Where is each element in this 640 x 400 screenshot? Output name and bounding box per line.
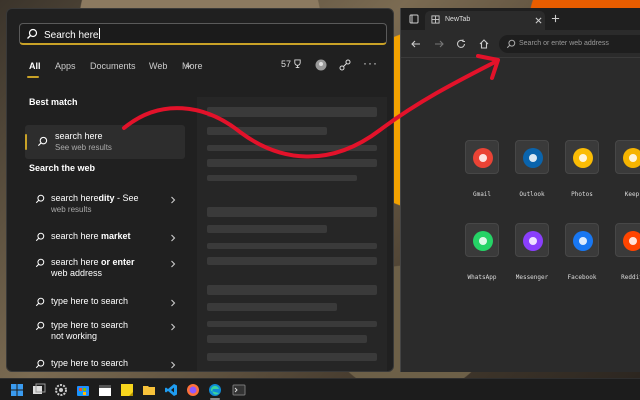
settings-gear-icon[interactable]: [54, 383, 68, 397]
selection-indicator: [25, 134, 27, 150]
web-result-label: search here or enter web address: [51, 257, 135, 278]
tab-apps[interactable]: Apps: [55, 61, 76, 71]
tab-actions-icon[interactable]: [409, 14, 419, 24]
active-tab-indicator: [27, 76, 39, 78]
best-match-item[interactable]: search here See web results: [25, 125, 185, 159]
speed-dial-tile[interactable]: [515, 140, 549, 174]
outlook-icon: [523, 148, 543, 168]
web-result-item[interactable]: search heredity - See web results: [29, 193, 189, 221]
tab-web[interactable]: Web: [149, 61, 167, 71]
more-options-icon[interactable]: ···: [363, 56, 378, 70]
address-bar[interactable]: Search or enter web address: [499, 35, 640, 53]
filter-tabs: All Apps Documents Web More: [23, 61, 383, 77]
chevron-right-icon: [171, 260, 176, 268]
task-view-icon[interactable]: [32, 383, 46, 397]
terminal-icon[interactable]: [232, 383, 246, 397]
file-explorer-icon[interactable]: [142, 383, 156, 397]
speed-dial-tile[interactable]: [615, 223, 640, 257]
speed-dial-tile[interactable]: [615, 140, 640, 174]
web-result-item[interactable]: type here to search not working: [29, 320, 189, 348]
browser-tab-title: NewTab: [445, 16, 471, 23]
web-result-label: search heredity - See web results: [51, 193, 139, 214]
close-icon[interactable]: [535, 17, 542, 24]
web-result-label: type here to search: [51, 296, 129, 306]
tab-documents[interactable]: Documents: [90, 61, 136, 71]
tab-all[interactable]: All: [29, 61, 41, 71]
search-icon: [35, 321, 45, 331]
search-input[interactable]: Search here: [19, 23, 387, 45]
reddit-icon: [623, 231, 640, 251]
chevron-right-icon: [171, 323, 176, 331]
firefox-icon[interactable]: [186, 383, 200, 397]
edge-browser-icon[interactable]: [208, 383, 222, 397]
chevron-right-icon: [171, 299, 176, 307]
browser-tab-strip: NewTab: [401, 8, 640, 30]
speed-dial-tile-label: Reddit: [621, 274, 640, 281]
back-arrow-icon[interactable]: [411, 39, 421, 49]
search-input-value: Search here: [44, 28, 101, 41]
trophy-icon: [294, 59, 301, 68]
forward-arrow-icon[interactable]: [434, 39, 444, 49]
speed-dial-tile-label: Keep: [624, 191, 640, 198]
web-result-label: search here market: [51, 231, 131, 241]
search-panel: Search here All Apps Documents Web More …: [6, 8, 394, 372]
web-result-item[interactable]: type here to search...: [29, 358, 189, 371]
network-share-icon[interactable]: [339, 59, 351, 71]
browser-tab[interactable]: NewTab: [425, 11, 545, 30]
gmail-icon: [473, 148, 493, 168]
photos-icon: [573, 148, 593, 168]
address-bar-placeholder: Search or enter web address: [519, 40, 609, 47]
new-tab-plus-icon[interactable]: [551, 14, 560, 23]
sticky-notes-icon[interactable]: [120, 383, 134, 397]
search-icon: [35, 258, 45, 268]
chevron-right-icon: [171, 361, 176, 369]
speed-dial-tile[interactable]: [565, 140, 599, 174]
speed-dial-tile[interactable]: [515, 223, 549, 257]
search-icon: [35, 359, 45, 369]
keep-icon: [623, 148, 640, 168]
speed-dial-tile[interactable]: [465, 223, 499, 257]
newtab-grid-icon: [431, 15, 440, 24]
search-icon: [35, 194, 45, 204]
chevron-right-icon: [171, 234, 176, 242]
speed-dial-tile[interactable]: [565, 223, 599, 257]
search-icon: [506, 39, 516, 49]
section-best-match: Best match: [29, 97, 78, 107]
calendar-icon[interactable]: [98, 383, 112, 397]
profile-avatar-icon[interactable]: [315, 59, 327, 71]
web-result-label: type here to search...: [51, 358, 129, 371]
refresh-icon[interactable]: [456, 39, 466, 49]
speed-dial-tile-label: Outlook: [519, 191, 545, 198]
messenger-icon: [523, 231, 543, 251]
speed-dial-tile-label: Facebook: [567, 274, 597, 281]
taskbar: [0, 378, 640, 400]
speed-dial-tile[interactable]: [465, 140, 499, 174]
speed-dial-tile-label: Gmail: [472, 191, 492, 198]
home-icon[interactable]: [479, 39, 489, 49]
web-result-item[interactable]: search here or enter web address: [29, 257, 189, 285]
preview-pane: [197, 97, 387, 371]
browser-toolbar: Search or enter web address: [401, 30, 640, 58]
search-icon: [37, 136, 48, 147]
web-result-label: type here to search not working: [51, 320, 129, 341]
windows-start-icon[interactable]: [10, 383, 24, 397]
best-match-subtitle: See web results: [55, 143, 112, 152]
best-match-title: search here: [55, 131, 103, 141]
section-search-web: Search the web: [29, 163, 96, 173]
speed-dial-tile-label: Photos: [571, 191, 593, 198]
vscode-icon[interactable]: [164, 383, 178, 397]
facebook-icon: [573, 231, 593, 251]
search-icon: [27, 28, 38, 39]
web-result-item[interactable]: search here market: [29, 231, 189, 259]
chevron-right-icon: [171, 196, 176, 204]
store-icon[interactable]: [76, 383, 90, 397]
search-icon: [35, 297, 45, 307]
speed-dial-tile-label: WhatsApp: [467, 274, 497, 281]
search-icon: [35, 232, 45, 242]
whatsapp-icon: [473, 231, 493, 251]
browser-window: NewTab Search or enter web address Gmail…: [400, 8, 640, 372]
rewards-points[interactable]: 57: [281, 59, 302, 69]
tab-more[interactable]: More: [182, 61, 203, 71]
speed-dial-tile-label: Messenger: [515, 274, 549, 281]
